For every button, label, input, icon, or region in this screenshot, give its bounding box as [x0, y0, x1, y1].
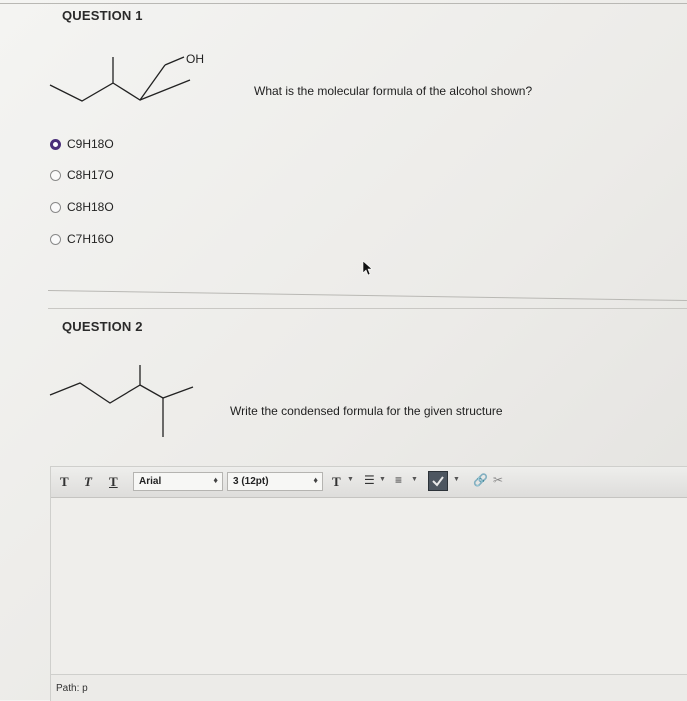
option-c9h18o[interactable]: C9H18O: [50, 137, 114, 151]
oh-label: OH: [186, 52, 204, 66]
font-size-select[interactable]: 3 (12pt) ♦: [227, 472, 323, 491]
spellcheck-dropdown-icon[interactable]: ▼: [453, 476, 460, 483]
bulleted-list-icon[interactable]: ☰: [364, 473, 375, 487]
question-2-prompt: Write the condensed formula for the give…: [230, 404, 503, 418]
bulleted-list-dropdown-icon[interactable]: ▼: [379, 476, 386, 483]
mouse-pointer-icon: [362, 260, 373, 276]
select-arrows-icon: ♦: [213, 475, 218, 485]
underline-button[interactable]: T: [109, 474, 118, 490]
option-label: C7H16O: [67, 232, 114, 246]
font-family-select[interactable]: Arial ♦: [133, 472, 223, 491]
option-label: C8H18O: [67, 200, 114, 214]
text-color-button[interactable]: T: [332, 474, 341, 490]
unlink-icon[interactable]: ✂: [493, 473, 503, 487]
option-c7h16o[interactable]: C7H16O: [50, 232, 114, 246]
question-2-title: QUESTION 2: [62, 319, 143, 334]
option-c8h17o[interactable]: C8H17O: [50, 168, 114, 182]
question-1-title: QUESTION 1: [62, 8, 143, 23]
option-c8h18o[interactable]: C8H18O: [50, 200, 114, 214]
font-size-value: 3 (12pt): [233, 476, 269, 487]
section-divider: [47, 290, 687, 302]
radio-selected[interactable]: [50, 138, 61, 150]
answer-editor[interactable]: T T T Arial ♦ 3 (12pt) ♦ T ▼ ☰ ▼ ≡ ▼ ▼ 🔗…: [50, 466, 687, 701]
radio[interactable]: [50, 201, 61, 213]
numbered-list-icon[interactable]: ≡: [395, 473, 402, 487]
section-divider-2: [48, 308, 687, 309]
question-1-prompt: What is the molecular formula of the alc…: [254, 84, 533, 98]
question-2-structure: [49, 365, 194, 437]
numbered-list-dropdown-icon[interactable]: ▼: [411, 476, 418, 483]
top-divider: [0, 3, 687, 4]
radio[interactable]: [50, 169, 61, 181]
font-family-value: Arial: [139, 476, 162, 487]
option-label: C8H17O: [67, 168, 114, 182]
option-label: C9H18O: [67, 137, 114, 151]
editor-status-bar: Path: p: [51, 674, 687, 701]
bold-button[interactable]: T: [60, 474, 69, 490]
link-icon[interactable]: 🔗: [473, 473, 488, 487]
select-arrows-icon: ♦: [313, 475, 318, 485]
editor-text-area[interactable]: [51, 498, 687, 675]
italic-button[interactable]: T: [84, 474, 92, 490]
radio[interactable]: [50, 233, 61, 245]
editor-toolbar: T T T Arial ♦ 3 (12pt) ♦ T ▼ ☰ ▼ ≡ ▼ ▼ 🔗…: [51, 467, 687, 498]
text-color-dropdown-icon[interactable]: ▼: [347, 476, 354, 483]
editor-path-label: Path: p: [56, 683, 88, 694]
spellcheck-icon[interactable]: [428, 471, 448, 491]
question-1-structure: OH: [49, 52, 204, 102]
